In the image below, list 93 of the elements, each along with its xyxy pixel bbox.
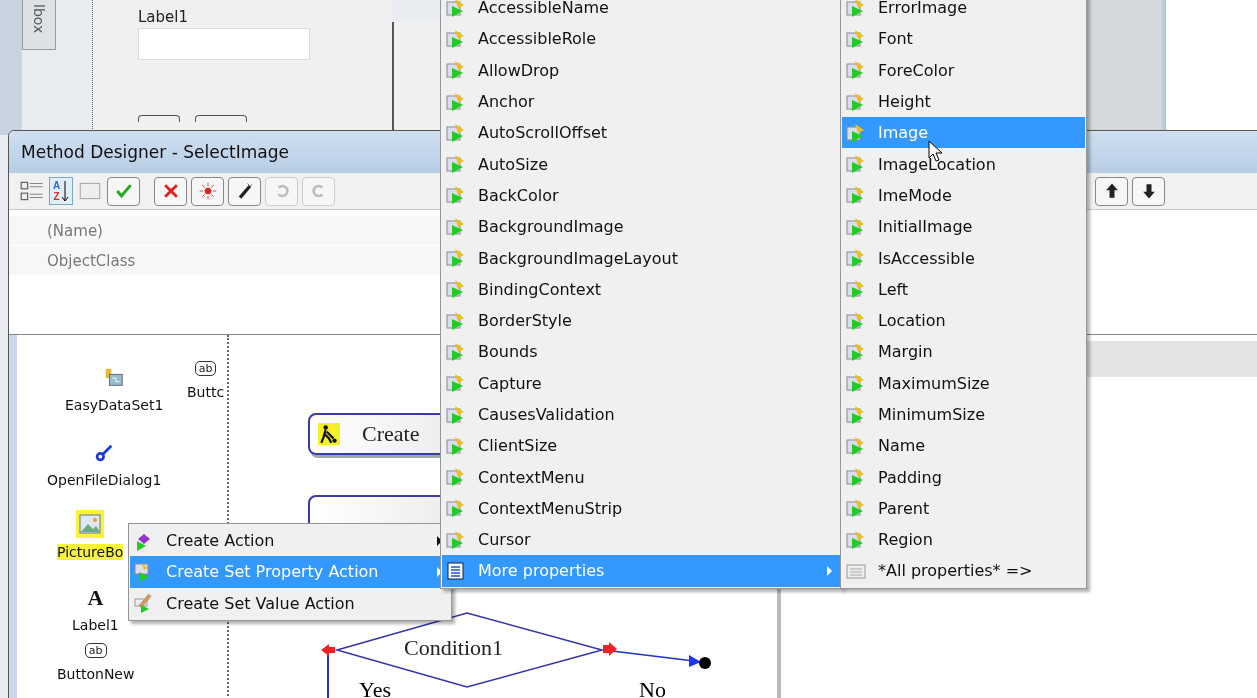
menu-label: Image [878,123,929,143]
menu-label: BackgroundImageLayout [478,248,678,268]
menu-label: AutoSize [478,154,548,174]
menu-item[interactable]: Capture [442,367,840,399]
menu-label: ImeMode [878,185,952,205]
menu-item[interactable]: ImeMode [842,179,1085,212]
menu-item[interactable]: BindingContext [442,273,840,305]
menu-label: BorderStyle [478,311,572,331]
menu-item[interactable]: Font [842,23,1085,55]
menu-label: ErrorImage [878,0,968,18]
menu-item[interactable]: AutoSize [442,148,840,180]
menu-label: Anchor [478,92,535,112]
menu-label: Name [878,436,926,456]
menu-item[interactable]: BackgroundImage [442,211,840,243]
menu-item[interactable]: Anchor [442,85,840,118]
menu-label: AccessibleName [478,0,609,18]
button-icon[interactable]: ab [192,359,219,378]
button-icon[interactable]: ab [82,641,109,660]
menu-item[interactable]: Location [842,304,1085,337]
menu-label: AllowDrop [478,60,560,80]
form-label: Label1 [138,8,189,26]
toolbox-tab[interactable]: lbox [22,0,56,50]
component-label: ButtonNew [57,666,135,682]
menu-item[interactable]: InitialImage [842,211,1085,243]
menu-item[interactable]: BackgroundImageLayout [442,242,840,274]
node-label: Create [362,421,420,447]
component-label: Label1 [72,617,119,633]
menu-label: AutoScrollOffset [478,123,608,143]
menu-item[interactable]: ErrorImage [842,0,1085,24]
window-title: Method Designer - SelectImage [21,142,289,162]
menu-label: ContextMenuStrip [478,498,623,518]
menu-item[interactable]: AccessibleName [442,0,840,24]
menu-item[interactable]: AllowDrop [442,54,840,86]
menu-item[interactable]: Parent [842,492,1085,525]
menu-item[interactable]: AccessibleRole [442,23,840,55]
menu-item[interactable]: MaximumSize [842,367,1085,399]
menu-label: Left [878,279,909,299]
menu-label: ImageLocation [878,154,996,174]
menu-label: Padding [878,467,942,487]
menu-item[interactable]: Bounds [442,336,840,368]
menu-item[interactable]: Create Set Value Action [130,587,450,619]
component-label: PictureBo [57,544,124,560]
menu-item[interactable]: Cursor [442,524,840,556]
menu-label: Parent [878,498,930,518]
menu-item[interactable]: ImageLocation [842,148,1085,180]
menu-item[interactable]: MinimumSize [842,398,1085,431]
component-label: EasyDataSet1 [65,397,164,413]
menu-item[interactable]: Margin [842,336,1085,368]
menu-label: More properties [478,561,605,581]
menu-label: Location [878,311,946,331]
menu-item[interactable]: ContextMenu [442,461,840,493]
menu-label: Font [878,29,913,49]
menu-item[interactable]: Padding [842,461,1085,493]
menu-item[interactable]: AutoScrollOffset [442,117,840,149]
menu-label: ContextMenu [478,467,585,487]
no-label: No [639,677,666,698]
condition-label: Condition1 [404,635,503,661]
component-label: Buttc [187,384,225,400]
menu-label: Margin [878,342,933,362]
menu-label: Cursor [478,530,531,550]
menu-item[interactable]: *All properties* => [842,555,1085,587]
menu-item[interactable]: Height [842,85,1085,118]
menu-label: Height [878,92,931,112]
label-icon[interactable]: A [85,585,106,611]
menu-label: MinimumSize [878,405,985,424]
menu-label: BackgroundImage [478,217,624,237]
menu-item[interactable]: BackColor [442,179,840,212]
menu-item[interactable]: Region [842,524,1085,556]
menu-item[interactable]: Left [842,273,1085,305]
menu-label: IsAccessible [878,248,975,268]
menu-label: Region [878,530,933,550]
menu-item[interactable]: IsAccessible [842,242,1085,274]
menu-label: Create Action [166,531,275,551]
menu-label: BackColor [478,185,559,205]
menu-label: BindingContext [478,279,602,299]
menu-label: Create Set Value Action [166,593,355,613]
component-label: OpenFileDialog1 [47,472,162,488]
menu-label: Bounds [478,342,538,362]
menu-item[interactable]: ForeColor [842,54,1085,86]
property-name: (Name) [47,221,103,240]
menu-label: Capture [478,373,542,393]
menu-label: MaximumSize [878,373,990,393]
menu-item[interactable]: ContextMenuStrip [442,492,840,525]
yes-label: Yes [359,677,391,698]
menu-item[interactable]: Name [842,430,1085,462]
menu-label: Create Set Property Action [166,562,379,582]
menu-label: AccessibleRole [478,29,597,49]
menu-label: ForeColor [878,60,955,80]
property-name: ObjectClass [47,251,136,270]
menu-label: *All properties* => [878,561,1033,581]
sort-alphabetical-button[interactable]: A Z [49,177,74,205]
menu-label: InitialImage [878,217,973,237]
menu-item[interactable]: BorderStyle [442,304,840,337]
